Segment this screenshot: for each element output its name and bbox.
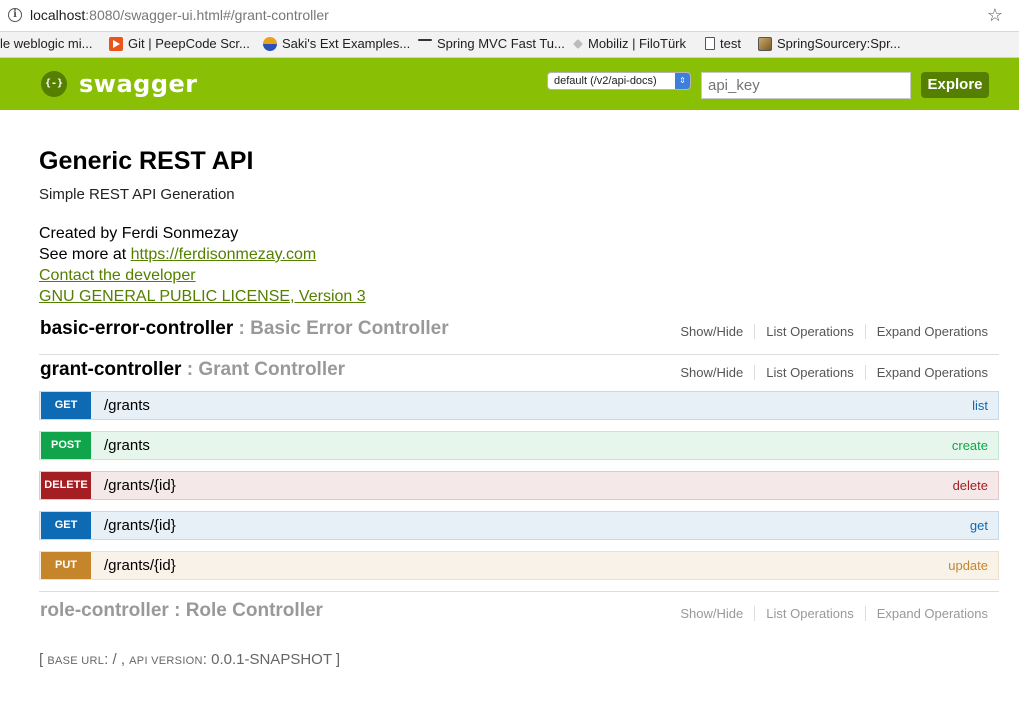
explore-button[interactable]: Explore: [921, 72, 989, 98]
endpoint-action[interactable]: update: [948, 558, 988, 573]
controller-heading[interactable]: role-controller : Role Controller: [40, 600, 323, 622]
bookmark-label: SpringSourcery:Spr...: [777, 36, 901, 51]
api-created-by: Created by Ferdi Sonmezay: [39, 225, 239, 242]
controller-description: Grant Controller: [198, 359, 346, 380]
controller-separator: :: [181, 359, 199, 380]
endpoint-get-grant[interactable]: GET /grants/{id} get: [39, 511, 999, 540]
browser-address-bar[interactable]: i localhost:8080/swagger-ui.html#/grant-…: [0, 0, 1019, 32]
method-badge[interactable]: DELETE: [41, 472, 91, 499]
endpoint-post-grants[interactable]: POST /grants create: [39, 431, 999, 460]
bookmark-peepcode[interactable]: Git | PeepCode Scr...: [109, 36, 250, 51]
endpoint-delete-grant[interactable]: DELETE /grants/{id} delete: [39, 471, 999, 500]
controller-heading[interactable]: basic-error-controller : Basic Error Con…: [40, 318, 449, 340]
license-link[interactable]: GNU GENERAL PUBLIC LICENSE, Version 3: [39, 288, 366, 305]
swagger-logo-text: swagger: [79, 70, 198, 98]
endpoint-action[interactable]: get: [970, 518, 988, 533]
updown-arrow-icon: ⇕: [675, 73, 690, 89]
bookmark-label: Spring MVC Fast Tu...: [437, 36, 565, 51]
spec-select-value: default (/v2/api-docs): [554, 75, 657, 87]
controller-ops: Show/Hide List Operations Expand Operati…: [680, 606, 988, 621]
bookmark-label: Saki's Ext Examples...: [282, 36, 411, 51]
bookmark-saki[interactable]: Saki's Ext Examples...: [263, 36, 410, 51]
list-operations-link[interactable]: List Operations: [754, 365, 864, 380]
bookmark-springsourcery[interactable]: SpringSourcery:Spr...: [758, 36, 901, 51]
swagger-logo-icon: {-}: [41, 71, 67, 97]
api-footer: [ BASE URL: / , API VERSION: 0.0.1-SNAPS…: [39, 651, 340, 668]
endpoint-path[interactable]: /grants: [104, 397, 150, 414]
endpoint-path[interactable]: /grants: [104, 437, 150, 454]
contact-link[interactable]: Contact the developer: [39, 267, 196, 284]
show-hide-link[interactable]: Show/Hide: [680, 324, 754, 339]
controller-name: basic-error-controller: [40, 318, 234, 339]
contact-link-row: Contact the developer: [39, 267, 196, 285]
endpoint-put-grant[interactable]: PUT /grants/{id} update: [39, 551, 999, 580]
controller-ops: Show/Hide List Operations Expand Operati…: [680, 324, 988, 339]
license-link-row: GNU GENERAL PUBLIC LICENSE, Version 3: [39, 288, 366, 306]
expand-operations-link[interactable]: Expand Operations: [864, 324, 988, 339]
expand-operations-link[interactable]: Expand Operations: [864, 365, 988, 380]
bookmarks-bar: le weblogic mi... Git | PeepCode Scr... …: [0, 32, 1019, 58]
controller-grant: grant-controller : Grant Controller Show…: [39, 359, 999, 393]
controller-separator: :: [233, 318, 251, 339]
api-version-label: API VERSION: [129, 655, 203, 667]
spring-mvc-icon: [418, 38, 432, 41]
endpoint-action[interactable]: list: [972, 398, 988, 413]
bookmark-weblogic[interactable]: le weblogic mi...: [0, 36, 92, 51]
springsourcery-icon: [758, 36, 772, 51]
base-url-value: : / ,: [104, 651, 130, 668]
controller-name: role-controller: [40, 600, 169, 621]
endpoint-action[interactable]: create: [952, 438, 988, 453]
swagger-logo[interactable]: {-} swagger: [41, 70, 198, 98]
controller-description: Basic Error Controller: [250, 318, 449, 339]
controller-description: Role Controller: [185, 600, 323, 621]
bookmark-label: le weblogic mi...: [0, 36, 93, 51]
method-badge[interactable]: GET: [41, 512, 91, 539]
endpoint-path[interactable]: /grants/{id}: [104, 477, 176, 494]
endpoint-action[interactable]: delete: [953, 478, 988, 493]
mobiliz-icon: [573, 38, 583, 49]
show-hide-link[interactable]: Show/Hide: [680, 365, 754, 380]
bookmark-label: test: [720, 36, 741, 51]
method-badge[interactable]: POST: [41, 432, 91, 459]
peepcode-icon: [109, 36, 123, 51]
endpoint-path[interactable]: /grants/{id}: [104, 517, 176, 534]
controller-heading[interactable]: grant-controller : Grant Controller: [40, 359, 345, 381]
bookmark-label: Git | PeepCode Scr...: [128, 36, 250, 51]
api-title: Generic REST API: [39, 147, 254, 175]
url-path: :8080/swagger-ui.html#/grant-controller: [85, 7, 329, 23]
bookmark-mobiliz[interactable]: Mobiliz | FiloTürk: [573, 36, 686, 51]
spec-select[interactable]: default (/v2/api-docs) ⇕: [547, 72, 691, 90]
api-description: Simple REST API Generation: [39, 186, 235, 203]
bookmark-star-icon[interactable]: ☆: [987, 5, 1003, 26]
api-key-input[interactable]: [701, 72, 911, 99]
document-icon: [705, 37, 715, 50]
controller-separator: :: [168, 600, 186, 621]
method-badge[interactable]: PUT: [41, 552, 91, 579]
saki-icon: [263, 36, 277, 51]
endpoint-get-grants[interactable]: GET /grants list: [39, 391, 999, 420]
api-version-value: : 0.0.1-SNAPSHOT ]: [202, 651, 341, 668]
controller-name: grant-controller: [40, 359, 182, 380]
see-more-prefix: See more at: [39, 246, 131, 263]
url-text[interactable]: localhost:8080/swagger-ui.html#/grant-co…: [30, 7, 329, 23]
controller-ops: Show/Hide List Operations Expand Operati…: [680, 365, 988, 380]
bookmark-test[interactable]: test: [705, 36, 741, 51]
base-url-label: BASE URL: [47, 655, 105, 667]
info-icon[interactable]: i: [8, 8, 22, 22]
see-more: See more at https://ferdisonmezay.com: [39, 246, 316, 264]
website-link[interactable]: https://ferdisonmezay.com: [131, 246, 317, 263]
divider: [39, 354, 999, 355]
list-operations-link[interactable]: List Operations: [754, 324, 864, 339]
bookmark-spring-mvc[interactable]: Spring MVC Fast Tu...: [418, 36, 565, 51]
endpoint-path[interactable]: /grants/{id}: [104, 557, 176, 574]
show-hide-link[interactable]: Show/Hide: [680, 606, 754, 621]
method-badge[interactable]: GET: [41, 392, 91, 419]
bookmark-label: Mobiliz | FiloTürk: [588, 36, 687, 51]
expand-operations-link[interactable]: Expand Operations: [864, 606, 988, 621]
divider: [39, 591, 999, 592]
list-operations-link[interactable]: List Operations: [754, 606, 864, 621]
controller-basic-error: basic-error-controller : Basic Error Con…: [39, 318, 999, 355]
url-host: localhost: [30, 7, 86, 23]
controller-role: role-controller : Role Controller Show/H…: [39, 600, 999, 634]
